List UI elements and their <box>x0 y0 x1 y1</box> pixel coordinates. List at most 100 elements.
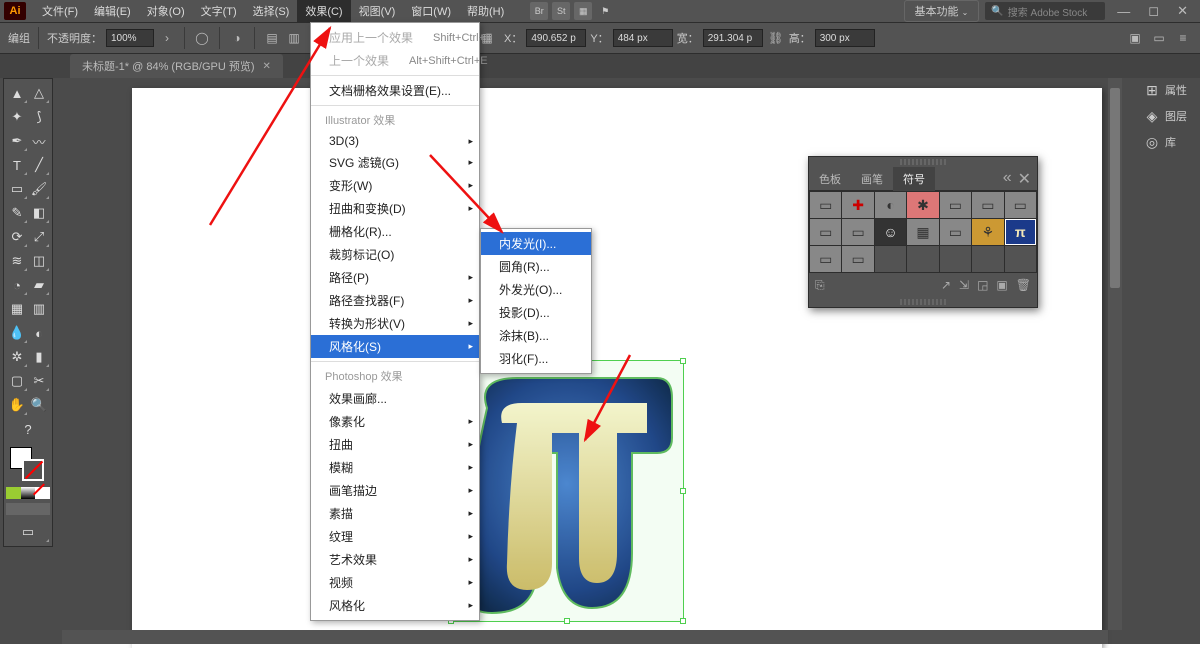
menu-3d[interactable]: 3D(3)▸ <box>311 131 479 151</box>
tab-swatches[interactable]: 色板 <box>809 167 851 191</box>
menu-edit[interactable]: 编辑(E) <box>86 0 139 22</box>
tool-hand[interactable]: ✋ <box>6 394 28 416</box>
menu-file[interactable]: 文件(F) <box>34 0 86 22</box>
delete-symbol-icon[interactable]: 🗑 <box>1016 278 1031 292</box>
menu-convert-shape[interactable]: 转换为形状(V)▸ <box>311 312 479 335</box>
tab-symbols[interactable]: 符号 <box>893 167 935 191</box>
symbol-cell[interactable]: ☺ <box>875 219 906 245</box>
recolor-icon[interactable]: ◑ <box>228 29 246 47</box>
menu-select[interactable]: 选择(S) <box>245 0 298 22</box>
menu-distort-ps[interactable]: 扭曲▸ <box>311 433 479 456</box>
panel-grip-bottom[interactable] <box>900 299 946 305</box>
link-wh-icon[interactable]: ⛓ <box>767 29 785 47</box>
tool-scale[interactable]: ⤢ <box>28 226 50 248</box>
place-symbol-icon[interactable]: ↗ <box>941 278 951 292</box>
dock-properties[interactable]: ⊞属性 <box>1139 78 1197 102</box>
menu-pixelate[interactable]: 像素化▸ <box>311 410 479 433</box>
vertical-scrollbar[interactable] <box>1108 78 1122 630</box>
menu-sketch[interactable]: 素描▸ <box>311 502 479 525</box>
menu-type[interactable]: 文字(T) <box>193 0 245 22</box>
submenu-inner-glow[interactable]: 内发光(I)... <box>481 232 591 255</box>
maximize-button[interactable]: ◻ <box>1142 3 1165 19</box>
stock-icon[interactable]: St <box>552 2 570 20</box>
menu-brush-strokes[interactable]: 画笔描边▸ <box>311 479 479 502</box>
menu-stylize-ps[interactable]: 风格化▸ <box>311 594 479 617</box>
break-link-icon[interactable]: ⇲ <box>959 278 969 292</box>
symbol-cell[interactable]: ▭ <box>810 192 841 218</box>
minimize-button[interactable]: — <box>1111 4 1136 19</box>
gpu-icon[interactable]: ⚑ <box>596 2 614 20</box>
tool-perspective[interactable]: ▰ <box>28 274 50 296</box>
menu-svg-filters[interactable]: SVG 滤镜(G)▸ <box>311 151 479 174</box>
style-icon[interactable]: ◯ <box>193 29 211 47</box>
menu-crop-marks[interactable]: 裁剪标记(O) <box>311 243 479 266</box>
symbol-cell[interactable]: ▭ <box>842 246 873 272</box>
tool-blend[interactable]: ◐ <box>28 322 50 344</box>
tool-selection[interactable]: ▲ <box>6 82 28 104</box>
menu-doc-raster-settings[interactable]: 文档栅格效果设置(E)... <box>311 79 479 102</box>
menu-warp[interactable]: 变形(W)▸ <box>311 174 479 197</box>
tool-eyedropper[interactable]: 💧 <box>6 322 28 344</box>
screen-mode-button[interactable]: ▭ <box>6 521 50 543</box>
menu-texture[interactable]: 纹理▸ <box>311 525 479 548</box>
tool-rectangle[interactable]: ▭ <box>6 178 28 200</box>
symbol-cell[interactable]: ▭ <box>940 219 971 245</box>
menu-window[interactable]: 窗口(W) <box>403 0 459 22</box>
edit-contents-icon[interactable]: ▭ <box>1150 29 1168 47</box>
fill-stroke-indicator[interactable] <box>6 445 50 485</box>
selection-bounding-box[interactable] <box>450 360 684 622</box>
symbol-cell[interactable]: ✚ <box>842 192 873 218</box>
document-tab[interactable]: 未标题-1* @ 84% (RGB/GPU 预览) ✕ <box>70 54 283 78</box>
new-symbol-icon[interactable]: ▣ <box>996 278 1007 292</box>
tool-shape-builder[interactable]: ◔ <box>6 274 28 296</box>
w-input[interactable] <box>703 29 763 47</box>
symbol-cell[interactable]: ▭ <box>810 219 841 245</box>
symbols-panel[interactable]: 色板 画笔 符号 «✕ ▭ ✚ ◐ ✱ ▭ ▭ ▭ ▭ ▭ ☺ ▦ ▭ ⚘ π … <box>808 156 1038 308</box>
x-input[interactable] <box>526 29 586 47</box>
tool-paintbrush[interactable]: 🖌 <box>28 178 50 200</box>
tool-mesh[interactable]: ▦ <box>6 298 28 320</box>
symbol-cell[interactable]: ▭ <box>940 192 971 218</box>
tool-lasso[interactable]: ⟆ <box>28 106 50 128</box>
submenu-round-corners[interactable]: 圆角(R)... <box>481 255 591 278</box>
dock-layers[interactable]: ◈图层 <box>1139 104 1197 128</box>
draw-mode-row[interactable] <box>6 503 50 517</box>
symbol-libraries-icon[interactable]: ⎘ <box>815 278 825 293</box>
dock-libraries[interactable]: ◎库 <box>1139 130 1197 154</box>
bridge-icon[interactable]: Br <box>530 2 548 20</box>
tool-pen[interactable]: ✒ <box>6 130 28 152</box>
symbol-cell[interactable]: ◐ <box>875 192 906 218</box>
symbol-cell[interactable]: ▭ <box>842 219 873 245</box>
opacity-input[interactable] <box>106 29 154 47</box>
opacity-arrow-icon[interactable]: › <box>158 29 176 47</box>
tool-width[interactable]: ≋ <box>6 250 28 272</box>
symbol-cell[interactable]: ▭ <box>1005 192 1036 218</box>
submenu-feather[interactable]: 羽化(F)... <box>481 347 591 370</box>
workspace-selector[interactable]: 基本功能 ⌄ <box>904 0 980 22</box>
h-input[interactable] <box>815 29 875 47</box>
tool-eraser[interactable]: ◧ <box>28 202 50 224</box>
menu-help[interactable]: 帮助(H) <box>459 0 512 22</box>
stroke-swatch[interactable] <box>22 459 44 481</box>
tool-symbol-sprayer[interactable]: ✲ <box>6 346 28 368</box>
align-center-icon[interactable]: ▥ <box>285 29 303 47</box>
close-tab-icon[interactable]: ✕ <box>263 61 271 72</box>
tool-rotate[interactable]: ⟳ <box>6 226 28 248</box>
tool-column-graph[interactable]: ▮ <box>28 346 50 368</box>
menu-path[interactable]: 路径(P)▸ <box>311 266 479 289</box>
menu-object[interactable]: 对象(O) <box>139 0 193 22</box>
tool-direct-selection[interactable]: △ <box>28 82 50 104</box>
tool-artboard[interactable]: ▢ <box>6 370 28 392</box>
submenu-scribble[interactable]: 涂抹(B)... <box>481 324 591 347</box>
isolate-icon[interactable]: ▣ <box>1126 29 1144 47</box>
panel-close-icon[interactable]: ✕ <box>1018 169 1031 189</box>
close-button[interactable]: ✕ <box>1171 3 1194 19</box>
tool-toggle-fill-stroke[interactable]: ? <box>6 418 50 440</box>
tool-shaper[interactable]: ✎ <box>6 202 28 224</box>
menu-blur[interactable]: 模糊▸ <box>311 456 479 479</box>
search-stock-input[interactable]: 🔍搜索 Adobe Stock <box>985 2 1105 20</box>
align-left-icon[interactable]: ▤ <box>263 29 281 47</box>
menu-pathfinder[interactable]: 路径查找器(F)▸ <box>311 289 479 312</box>
panel-collapse-icon[interactable]: « <box>1003 169 1012 189</box>
tool-free-transform[interactable]: ◫ <box>28 250 50 272</box>
